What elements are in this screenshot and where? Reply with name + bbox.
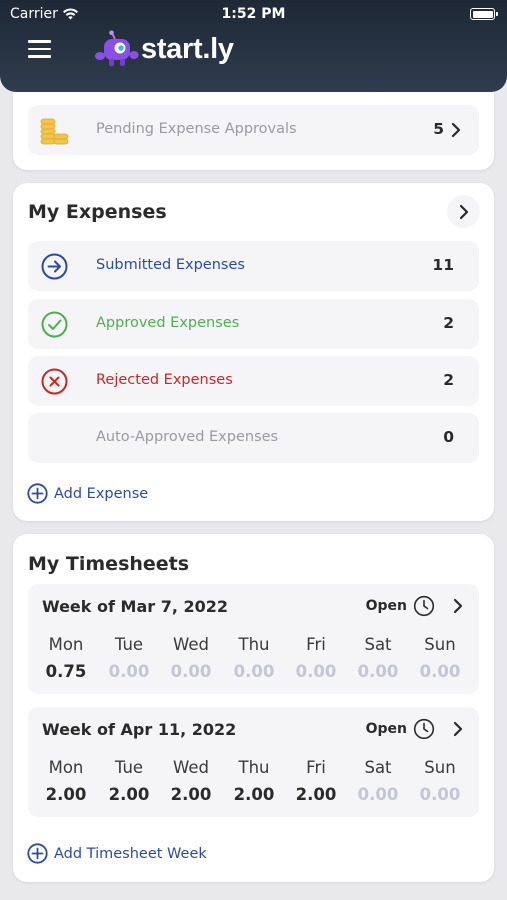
expenses-more-button[interactable] bbox=[447, 195, 480, 228]
day-column: Fri 0.00 bbox=[286, 635, 346, 681]
week-title: Week of Apr 11, 2022 bbox=[42, 720, 237, 739]
x-circle-icon bbox=[41, 368, 68, 395]
chevron-right-icon bbox=[451, 122, 461, 138]
check-circle-icon bbox=[41, 311, 68, 338]
week-title: Week of Mar 7, 2022 bbox=[42, 597, 229, 616]
day-hours: 0.00 bbox=[233, 662, 275, 681]
timesheet-week-card[interactable]: Week of Mar 7, 2022 Open Mon 0.75 Tue 0.00… bbox=[28, 584, 479, 694]
plus-circle-icon bbox=[27, 483, 48, 504]
day-column: Sat 0.00 bbox=[348, 758, 408, 804]
rejected-expenses-row[interactable]: Rejected Expenses 2 bbox=[28, 356, 479, 406]
day-name: Wed bbox=[173, 758, 209, 777]
chevron-right-icon bbox=[453, 721, 463, 737]
day-hours: 2.00 bbox=[295, 785, 337, 804]
clock-icon bbox=[413, 718, 435, 740]
day-hours: 2.00 bbox=[45, 785, 87, 804]
day-column: Thu 2.00 bbox=[224, 758, 284, 804]
add-timesheet-week-label: Add Timesheet Week bbox=[54, 845, 207, 862]
chevron-right-icon bbox=[459, 204, 469, 220]
day-column: Fri 2.00 bbox=[286, 758, 346, 804]
add-expense-label: Add Expense bbox=[54, 485, 149, 502]
day-column: Sat 0.00 bbox=[348, 635, 408, 681]
day-hours: 2.00 bbox=[170, 785, 212, 804]
approved-expenses-count: 2 bbox=[443, 314, 454, 332]
app-header: Carrier 1:52 PM start.ly bbox=[0, 0, 507, 92]
hamburger-icon-line bbox=[28, 47, 51, 50]
menu-button[interactable] bbox=[28, 40, 52, 60]
my-timesheets-title: My Timesheets bbox=[28, 553, 190, 575]
day-name: Mon bbox=[48, 758, 84, 777]
day-name: Sat bbox=[364, 758, 392, 777]
pending-approvals-count: 5 bbox=[433, 120, 444, 138]
day-hours: 0.00 bbox=[357, 785, 399, 804]
app-logo: start.ly bbox=[95, 30, 234, 68]
day-hours: 0.00 bbox=[419, 662, 461, 681]
day-name: Tue bbox=[114, 758, 144, 777]
approved-expenses-row[interactable]: Approved Expenses 2 bbox=[28, 299, 479, 349]
status-bar: Carrier 1:52 PM bbox=[0, 6, 507, 24]
chevron-right-icon bbox=[453, 598, 463, 614]
brand-name: start.ly bbox=[141, 32, 234, 65]
day-name: Thu bbox=[238, 635, 270, 654]
submitted-expenses-label: Submitted Expenses bbox=[96, 257, 245, 273]
rejected-expenses-count: 2 bbox=[443, 371, 454, 389]
pending-approvals-label: Pending Expense Approvals bbox=[96, 121, 297, 137]
pending-approvals-row[interactable]: Pending Expense Approvals 5 bbox=[28, 105, 479, 155]
coins-icon bbox=[40, 118, 69, 145]
submitted-expenses-row[interactable]: Submitted Expenses 11 bbox=[28, 241, 479, 291]
day-hours: 0.75 bbox=[45, 662, 87, 681]
day-column: Mon 0.75 bbox=[36, 635, 96, 681]
submitted-expenses-count: 11 bbox=[432, 256, 454, 274]
week-status: Open bbox=[365, 598, 407, 614]
day-column: Tue 2.00 bbox=[99, 758, 159, 804]
day-name: Tue bbox=[114, 635, 144, 654]
hamburger-icon-line bbox=[28, 40, 51, 43]
day-hours: 0.00 bbox=[419, 785, 461, 804]
day-hours: 2.00 bbox=[108, 785, 150, 804]
day-column: Sun 0.00 bbox=[410, 635, 470, 681]
day-column: Tue 0.00 bbox=[99, 635, 159, 681]
my-timesheets-card: My Timesheets Week of Mar 7, 2022 Open M… bbox=[13, 534, 494, 882]
week-days: Mon 0.75 Tue 0.00 Wed 0.00 Thu 0.00 Fri 0.00 … bbox=[28, 635, 479, 685]
day-hours: 0.00 bbox=[295, 662, 337, 681]
day-column: Sun 0.00 bbox=[410, 758, 470, 804]
add-expense-button[interactable]: Add Expense bbox=[27, 483, 148, 504]
timesheet-week-card[interactable]: Week of Apr 11, 2022 Open Mon 2.00 Tue 2.0… bbox=[28, 707, 479, 817]
day-name: Sun bbox=[424, 758, 456, 777]
day-name: Sat bbox=[364, 635, 392, 654]
auto-approved-expenses-label: Auto-Approved Expenses bbox=[96, 429, 279, 445]
day-column: Mon 2.00 bbox=[36, 758, 96, 804]
plus-circle-icon bbox=[27, 843, 48, 864]
week-days: Mon 2.00 Tue 2.00 Wed 2.00 Thu 2.00 Fri 2.00 … bbox=[28, 758, 479, 808]
day-name: Thu bbox=[238, 758, 270, 777]
robot-logo-icon bbox=[95, 30, 139, 66]
day-name: Fri bbox=[306, 635, 326, 654]
day-name: Wed bbox=[173, 635, 209, 654]
auto-approved-expenses-row[interactable]: Auto-Approved Expenses 0 bbox=[28, 413, 479, 463]
hamburger-icon-line bbox=[28, 55, 51, 58]
day-hours: 0.00 bbox=[170, 662, 212, 681]
day-name: Sun bbox=[424, 635, 456, 654]
auto-approved-expenses-count: 0 bbox=[443, 428, 454, 446]
add-timesheet-week-button[interactable]: Add Timesheet Week bbox=[27, 843, 207, 864]
my-expenses-card: My Expenses Submitted Expenses 11 Approv… bbox=[13, 183, 494, 521]
day-name: Mon bbox=[48, 635, 84, 654]
day-column: Thu 0.00 bbox=[224, 635, 284, 681]
week-status: Open bbox=[365, 721, 407, 737]
day-column: Wed 0.00 bbox=[161, 635, 221, 681]
day-hours: 0.00 bbox=[108, 662, 150, 681]
rejected-expenses-label: Rejected Expenses bbox=[96, 372, 233, 388]
clock-icon bbox=[413, 595, 435, 617]
day-hours: 2.00 bbox=[233, 785, 275, 804]
status-time: 1:52 PM bbox=[221, 6, 286, 22]
approved-expenses-label: Approved Expenses bbox=[96, 315, 240, 331]
day-hours: 0.00 bbox=[357, 662, 399, 681]
my-expenses-title: My Expenses bbox=[28, 201, 167, 223]
battery-icon bbox=[470, 8, 498, 20]
day-name: Fri bbox=[306, 758, 326, 777]
day-column: Wed 2.00 bbox=[161, 758, 221, 804]
arrow-right-circle-icon bbox=[41, 253, 68, 280]
